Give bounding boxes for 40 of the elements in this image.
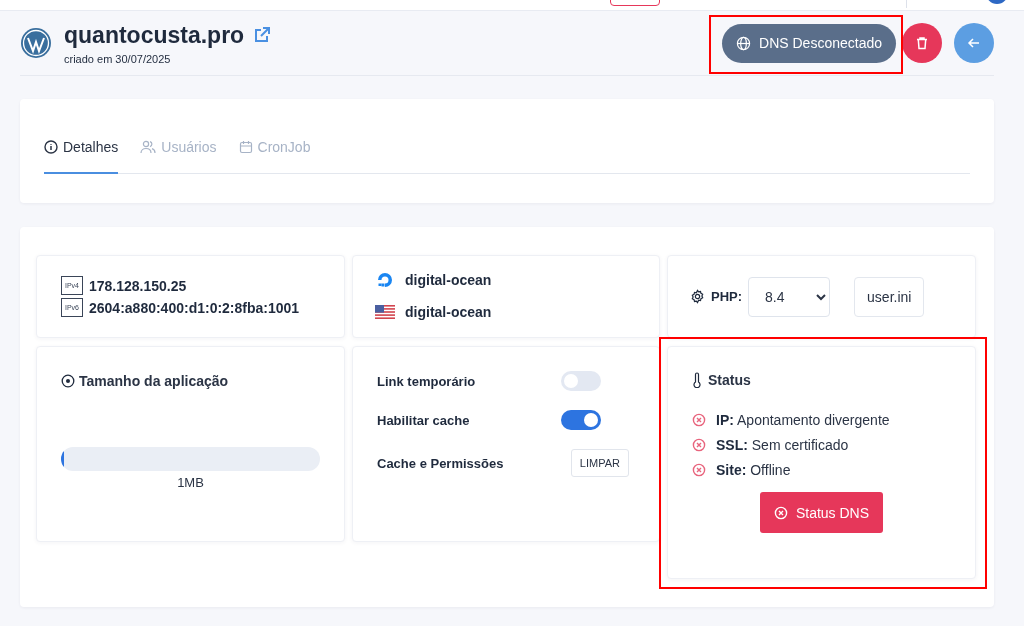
status-title: Status [708,372,751,388]
php-label: PHP: [711,289,743,304]
setting-label: Link temporário [377,373,476,389]
size-reading: 1MB [176,475,205,490]
dns-status-button[interactable]: DNS Desconectado [722,23,896,63]
provider-name: digital-ocean [405,272,492,288]
ip-address: 178.128.150.25 [89,277,187,294]
status-dns-button[interactable]: Status DNS [759,492,884,533]
status-line: IP: Apontamento divergente [716,412,890,428]
provider-name: digital-ocean [405,304,492,320]
clear-button[interactable]: LIMPAR [570,449,629,477]
status-line: SSL: Sem certificado [716,437,849,453]
globe-icon [736,35,752,51]
users-icon [140,140,157,154]
toggle-switch[interactable] [561,410,601,430]
info-icon [44,140,58,154]
app-size-title: Tamanho da aplicação [79,373,229,389]
setting-label: Cache e Permissões [377,455,504,471]
back-arrow-icon [967,36,981,50]
x-circle-icon [773,505,788,520]
delete-button[interactable] [902,23,942,63]
thermometer-icon [692,372,702,388]
php-version-select[interactable]: 8.4 [748,276,831,317]
ip-address: 2604:a880:400:d1:0:2:8fba:1001 [89,299,300,316]
wordpress-logo-icon [20,27,52,59]
us-flag-icon [375,305,395,319]
created-date: criado em 30/07/2025 [64,52,172,65]
trash-icon [915,36,929,50]
target-icon [61,374,75,388]
setting-label: Habilitar cache [377,412,470,428]
tab[interactable]: Detalhes [44,139,119,174]
calendar-icon [238,140,253,154]
site-title: quantocusta.pro [64,21,245,49]
external-link-icon[interactable] [252,25,273,45]
user-ini-button[interactable]: user.ini [854,276,925,317]
back-button[interactable] [954,23,994,63]
provider-logo-icon [375,270,395,290]
settings-icon [690,289,705,304]
status-line: Site: Offline [716,462,791,478]
toggle-switch[interactable] [561,371,601,391]
